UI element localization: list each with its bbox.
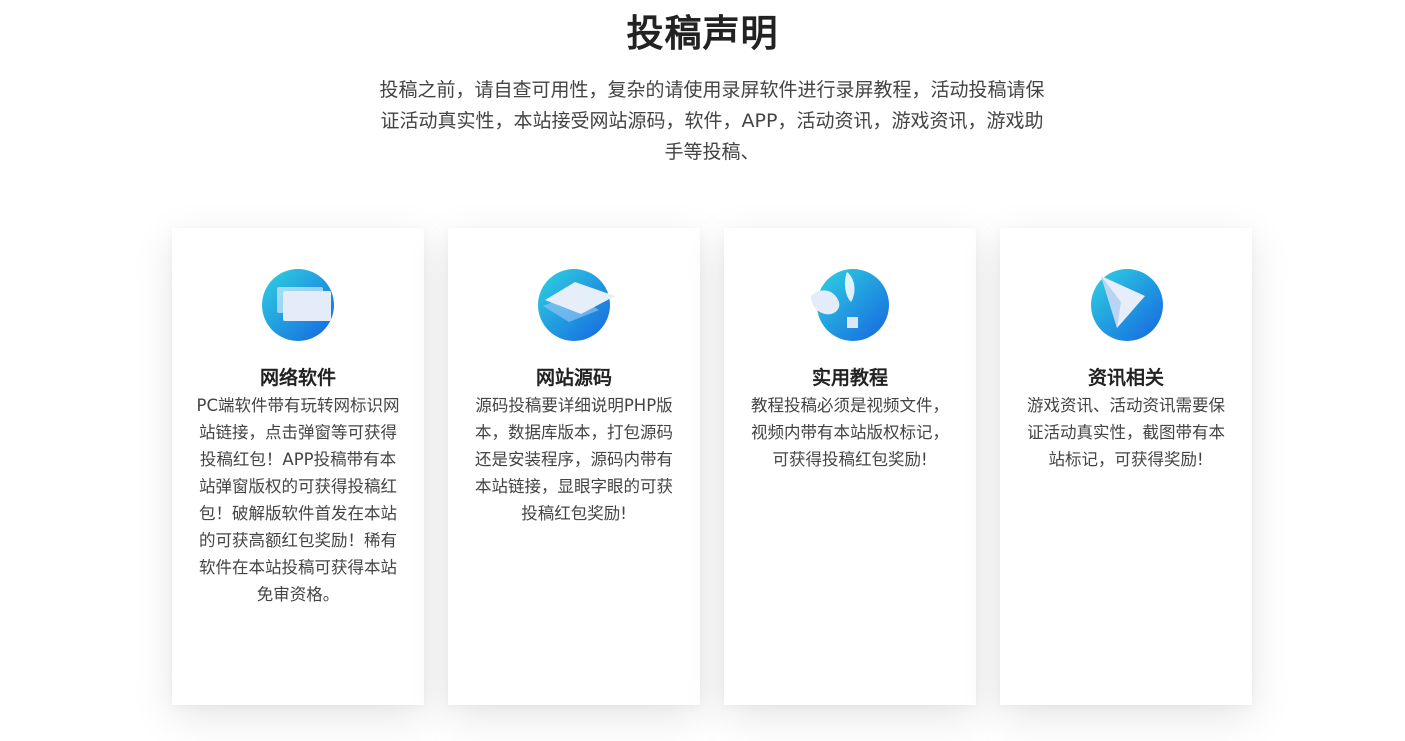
card-title: 网络软件 [259,367,336,389]
category-cards: 网络软件 PC端软件带有玩转网标识网站链接，点击弹窗等可获得投稿红包！APP投稿… [172,228,1252,705]
submission-statement-page: 投稿声明 投稿之前，请自查可用性，复杂的请使用录屏软件进行录屏教程，活动投稿请保… [0,0,1405,741]
card-tutorial[interactable]: 实用教程 教程投稿必须是视频文件，视频内带有本站版权标记，可获得投稿红包奖励! [724,228,976,705]
card-software[interactable]: 网络软件 PC端软件带有玩转网标识网站链接，点击弹窗等可获得投稿红包！APP投稿… [172,228,424,705]
card-title: 网站源码 [535,367,612,389]
card-source-code[interactable]: 网站源码 源码投稿要详细说明PHP版本，数据库版本，打包源码还是安装程序，源码内… [448,228,700,705]
layers-icon [529,266,619,344]
card-title: 实用教程 [811,367,888,389]
card-description: 游戏资讯、活动资讯需要保证活动真实性，截图带有本站标记，可获得奖励! [1027,396,1225,469]
intro-text: 投稿之前，请自查可用性，复杂的请使用录屏软件进行录屏教程，活动投稿请保证活动真实… [379,79,1045,163]
card-description: 源码投稿要详细说明PHP版本，数据库版本，打包源码还是安装程序，源码内带有本站链… [475,396,673,523]
card-description: 教程投稿必须是视频文件，视频内带有本站版权标记，可获得投稿红包奖励! [751,396,949,469]
card-description: PC端软件带有玩转网标识网站链接，点击弹窗等可获得投稿红包！APP投稿带有本站弹… [196,396,400,604]
window-icon [253,266,343,344]
page-title: 投稿声明 [626,12,779,55]
tutorial-icon [805,266,895,344]
card-news[interactable]: 资讯相关 游戏资讯、活动资讯需要保证活动真实性，截图带有本站标记，可获得奖励! [1000,228,1252,705]
paper-plane-icon [1081,266,1171,344]
card-title: 资讯相关 [1087,367,1164,389]
